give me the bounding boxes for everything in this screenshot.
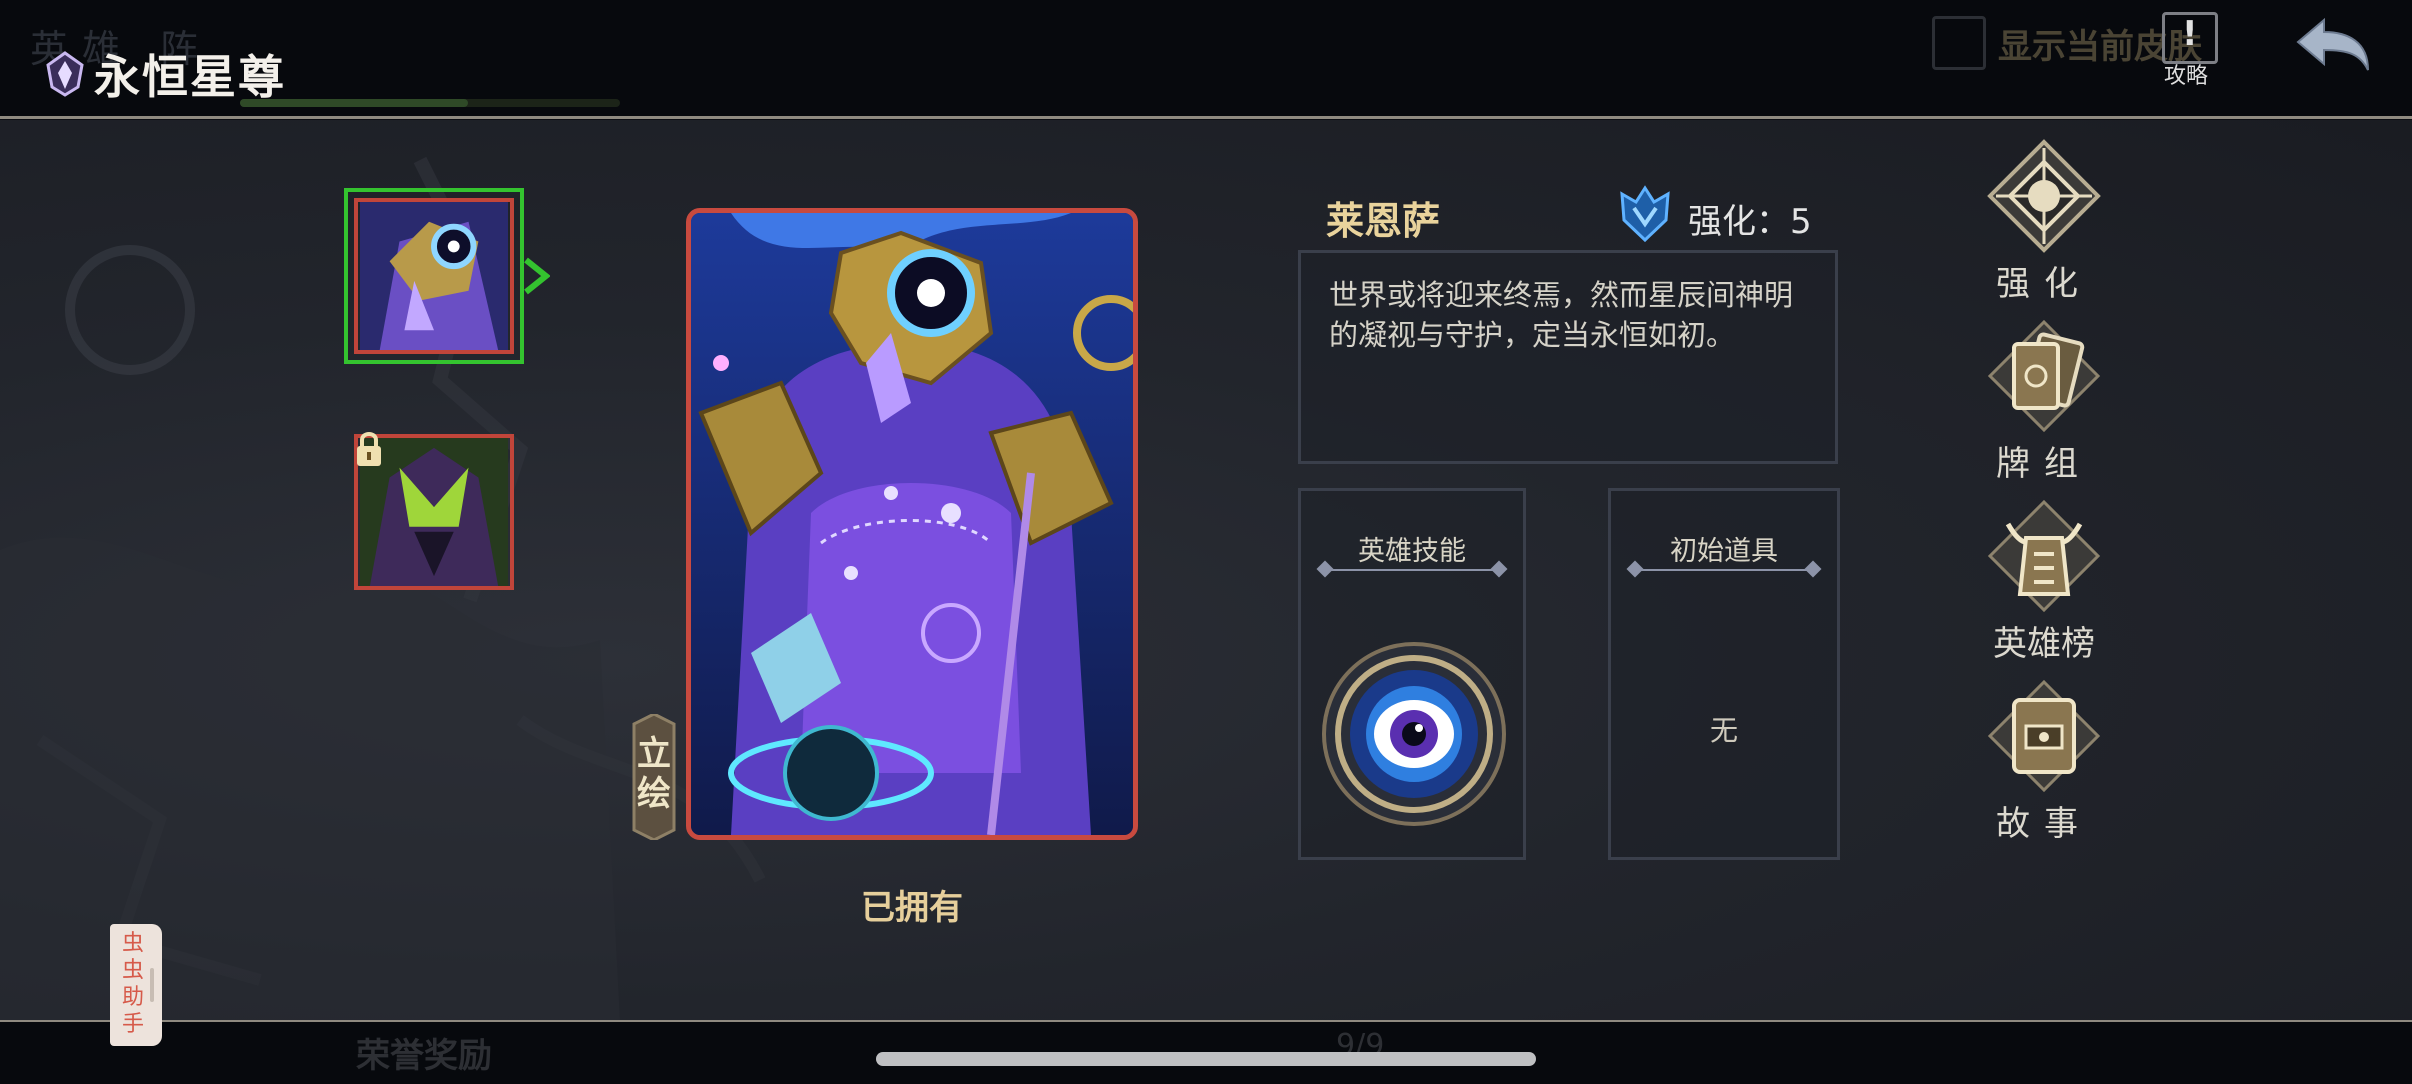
- starting-item-title: 初始道具: [1670, 536, 1778, 567]
- honor-reward-ghost-text: 荣誉奖励: [356, 1036, 492, 1076]
- hero-card-art: [686, 208, 1138, 840]
- show-skin-checkbox[interactable]: [1932, 16, 1986, 70]
- hero-name: 莱恩萨: [1326, 199, 1441, 243]
- page-title: 永恒星尊: [94, 50, 286, 104]
- enhance-label: 强化: [1996, 264, 2092, 304]
- selected-arrow-icon: [524, 257, 550, 295]
- leaderboard-label: 英雄榜: [1993, 624, 2095, 664]
- leaderboard-button[interactable]: 英雄榜: [1980, 498, 2108, 664]
- enhance-level-label: 强化：5: [1688, 202, 1812, 242]
- guide-button[interactable]: ! 攻略: [2160, 10, 2224, 89]
- starting-item-box: 初始道具 无: [1608, 488, 1840, 860]
- story-icon: [1987, 679, 2101, 793]
- back-arrow-icon[interactable]: [2290, 14, 2374, 76]
- portrait-button-label: 立 绘: [637, 734, 671, 814]
- title-area: 永恒星尊: [44, 46, 286, 104]
- story-button[interactable]: 故事: [1980, 678, 2108, 844]
- guide-label: 攻略: [2164, 64, 2209, 89]
- item-divider: [1626, 560, 1822, 578]
- deck-label: 牌组: [1996, 444, 2092, 484]
- hero-description-box: 世界或将迎来终焉，然而星辰间神明的凝视与守护，定当永恒如初。: [1298, 250, 1838, 464]
- hero-portrait-icon: [360, 202, 508, 350]
- deck-icon: [1987, 319, 2101, 433]
- background-slider: [240, 99, 620, 107]
- enhance-level-icon: [1620, 185, 1670, 243]
- deck-button[interactable]: 牌组: [1980, 318, 2108, 484]
- assistant-handle: [150, 968, 154, 1002]
- home-indicator[interactable]: [876, 1052, 1536, 1066]
- assistant-label: 虫虫助手: [121, 931, 144, 1037]
- portrait-button[interactable]: 立 绘: [626, 714, 682, 840]
- top-divider: [0, 116, 2412, 119]
- hero-skill-eye-icon[interactable]: [1319, 639, 1509, 829]
- hero-description: 世界或将迎来终焉，然而星辰间神明的凝视与守护，定当永恒如初。: [1329, 278, 1794, 352]
- skin-thumb-selected[interactable]: [344, 188, 524, 364]
- guide-mark: !: [2182, 14, 2198, 54]
- starting-item-value: 无: [1709, 714, 1738, 747]
- enhance-icon: [1987, 139, 2101, 253]
- lock-icon: [357, 432, 381, 466]
- story-label: 故事: [1996, 804, 2092, 844]
- hero-emblem-icon: [46, 51, 84, 97]
- skill-divider: [1316, 560, 1508, 578]
- hero-illustration: [691, 213, 1133, 835]
- top-bar: 英雄 阵 永恒星尊 显示当前皮肤 ! 攻略: [0, 0, 2412, 118]
- owned-status: 已拥有: [861, 888, 963, 928]
- leaderboard-icon: [1987, 499, 2101, 613]
- hero-skill-box: 英雄技能: [1298, 488, 1526, 860]
- hero-skill-title: 英雄技能: [1358, 536, 1466, 567]
- enhance-button[interactable]: 强化: [1980, 138, 2108, 304]
- assistant-floating-button[interactable]: 虫虫助手: [110, 924, 162, 1046]
